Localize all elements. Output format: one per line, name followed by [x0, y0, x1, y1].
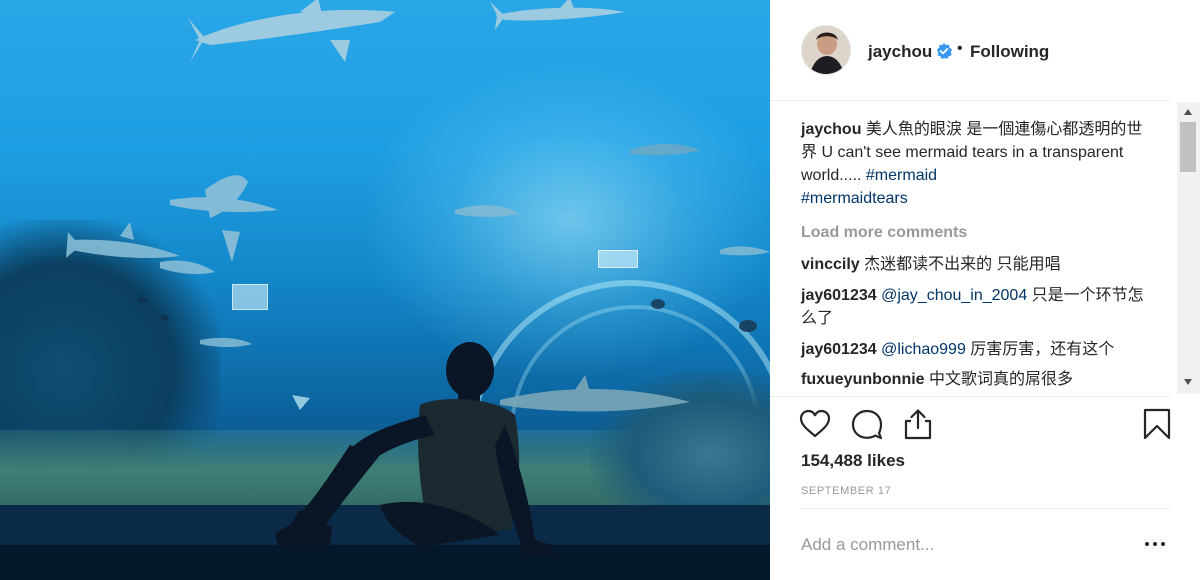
- comment-item: vinccily 杰迷都读不出来的 只能用唱: [801, 253, 1156, 276]
- heart-icon[interactable]: [798, 407, 832, 441]
- scrollbar-thumb[interactable]: [1180, 122, 1196, 172]
- post-date[interactable]: SEPTEMBER 17: [801, 485, 891, 497]
- bookmark-icon[interactable]: [1140, 407, 1174, 441]
- comment-text: 中文歌词真的屌很多: [924, 371, 1074, 388]
- verified-badge-icon: [936, 43, 952, 59]
- comment-username[interactable]: jay601234: [801, 341, 877, 358]
- speech-bubble-icon[interactable]: [850, 407, 884, 441]
- add-comment-input[interactable]: [801, 526, 1121, 564]
- comments-list[interactable]: jaychou 美人魚的眼淚 是一個連傷心都透明的世界 U can't see …: [770, 102, 1170, 396]
- post-caption: jaychou 美人魚的眼淚 是一個連傷心都透明的世界 U can't see …: [801, 118, 1156, 210]
- post-header: jaychou • Following: [770, 0, 1170, 101]
- scroll-down-arrow-icon[interactable]: [1184, 379, 1192, 385]
- caption-username[interactable]: jaychou: [801, 121, 861, 138]
- actions-divider: [770, 396, 1170, 397]
- comment-mention[interactable]: @lichao999: [881, 341, 966, 358]
- hashtag-link[interactable]: #mermaidtears: [801, 190, 908, 207]
- separator-dot: •: [957, 40, 963, 57]
- comment-text: 厉害厉害，还有这个: [965, 341, 1115, 358]
- comments-scrollbar[interactable]: [1177, 102, 1200, 394]
- following-button[interactable]: Following: [970, 42, 1049, 62]
- post-side-panel: jaychou • Following jaychou 美人魚的眼淚 是一個連傷…: [770, 0, 1200, 580]
- comment-item: jay601234 @jay_chou_in_2004 只是一个环节怎么了: [801, 284, 1156, 330]
- scroll-up-arrow-icon[interactable]: [1184, 109, 1192, 115]
- comment-username[interactable]: jay601234: [801, 287, 877, 304]
- comment-username[interactable]: vinccily: [801, 256, 860, 273]
- comment-text: 杰迷都读不出来的 只能用唱: [859, 256, 1061, 273]
- avatar[interactable]: [801, 25, 851, 75]
- avatar-image: [802, 26, 850, 74]
- likes-count[interactable]: 154,488 likes: [801, 451, 905, 471]
- comment-item: fuxueyunbonnie 中文歌词真的屌很多: [801, 368, 1156, 391]
- hashtag-link[interactable]: #mermaid: [866, 167, 937, 184]
- comment-item: jay601234 @lichao999 厉害厉害，还有这个: [801, 338, 1156, 361]
- person-silhouette: [275, 342, 554, 557]
- comment-username[interactable]: fuxueyunbonnie: [801, 371, 925, 388]
- header-username[interactable]: jaychou: [868, 42, 932, 62]
- post-photo[interactable]: [0, 0, 770, 580]
- comment-divider: [801, 508, 1171, 509]
- more-options-icon[interactable]: [1144, 534, 1170, 554]
- comment-mention[interactable]: @jay_chou_in_2004: [881, 287, 1027, 304]
- load-more-comments-button[interactable]: Load more comments: [801, 221, 967, 244]
- share-icon[interactable]: [901, 407, 935, 441]
